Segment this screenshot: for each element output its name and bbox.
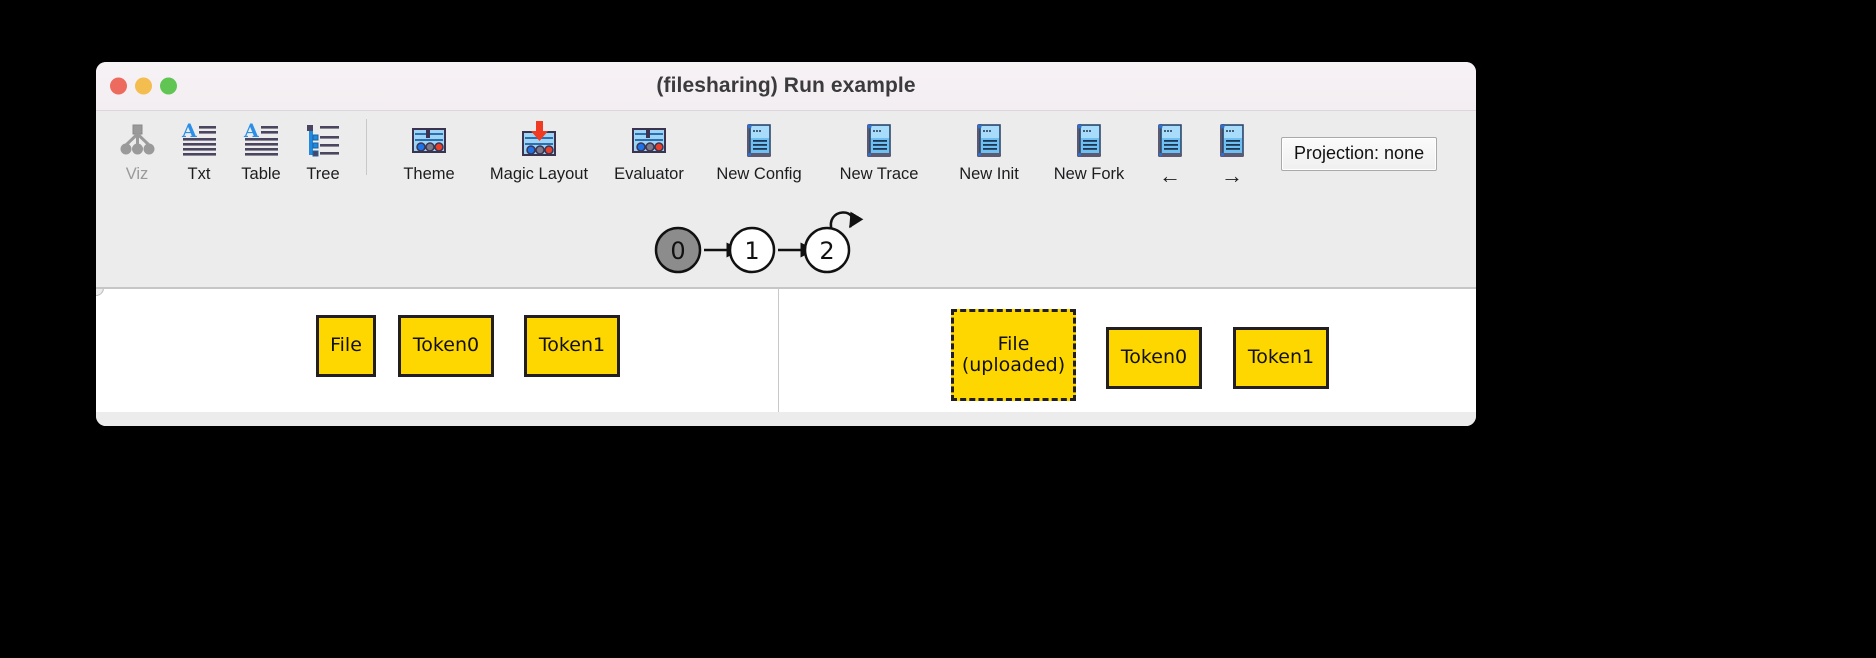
toolbar-button-magic-layout[interactable]: Magic Layout <box>479 117 599 184</box>
tree-outline-icon <box>300 117 346 163</box>
toolbar-separator <box>366 119 367 175</box>
text-document-icon: A <box>176 117 222 163</box>
atom-box[interactable]: Token0 <box>1106 327 1202 389</box>
application-window: (filesharing) Run example Viz A Txt A Ta… <box>96 62 1476 426</box>
toolbar-button-next[interactable]: → <box>1201 117 1263 187</box>
toolbar-label-new-config: New Config <box>716 165 802 183</box>
state-node-2[interactable]: 2 <box>803 226 851 274</box>
atom-box-dashed[interactable]: File (uploaded) <box>951 309 1076 401</box>
svg-text:2: 2 <box>819 237 834 265</box>
instance-panels: File Token0 Token1 File (uploaded) Token… <box>96 288 1476 412</box>
toolbar-button-new-init[interactable]: New Init <box>939 117 1039 184</box>
atom-box[interactable]: Token1 <box>1233 327 1329 389</box>
toolbar-label-viz: Viz <box>125 165 149 183</box>
toolbar-label-new-init: New Init <box>959 165 1019 183</box>
toolbar-button-new-fork[interactable]: New Fork <box>1039 117 1139 184</box>
toolbar-label-magic-layout: Magic Layout <box>489 165 589 183</box>
toolbar-button-viz[interactable]: Viz <box>106 117 168 184</box>
toolbar-label-tree: Tree <box>306 165 340 183</box>
table-document-icon: A <box>238 117 284 163</box>
toolbar-button-theme[interactable]: Theme <box>379 117 479 184</box>
state-node-1[interactable]: 1 <box>728 226 776 274</box>
atom-box[interactable]: File <box>316 315 376 377</box>
window-title: (filesharing) Run example <box>656 74 916 97</box>
toolbar-button-new-config[interactable]: New Config <box>699 117 819 184</box>
right-instance-panel[interactable]: File (uploaded) Token0 Token1 <box>779 289 1476 412</box>
svg-text:0: 0 <box>670 237 685 265</box>
toolbar-label-table: Table <box>241 165 281 183</box>
arrow-right-icon: → <box>1221 163 1243 188</box>
left-instance-panel[interactable]: File Token0 Token1 <box>96 289 778 412</box>
toolbar-label-evaluator: Evaluator <box>614 165 684 183</box>
toolbar-label-new-trace: New Trace <box>839 165 919 183</box>
svg-text:1: 1 <box>744 237 759 265</box>
toolbar-label-theme: Theme <box>403 165 455 183</box>
atom-box[interactable]: Token1 <box>524 315 620 377</box>
screen: (filesharing) Run example Viz A Txt A Ta… <box>0 0 1876 658</box>
magic-layout-icon <box>516 117 562 163</box>
toolbar-button-previous[interactable]: ← <box>1139 117 1201 187</box>
toolbar-label-new-fork: New Fork <box>1053 165 1125 183</box>
minimize-button[interactable] <box>135 77 152 95</box>
close-button[interactable] <box>110 77 127 95</box>
toolbar-button-tree[interactable]: Tree <box>292 117 354 184</box>
splitter-handle[interactable] <box>96 289 104 296</box>
atom-box[interactable]: Token0 <box>398 315 494 377</box>
scroll-document-icon <box>1209 117 1255 163</box>
toolbar: Viz A Txt A Table Tree Theme Magic Layou… <box>96 111 1476 201</box>
scroll-document-icon <box>736 117 782 163</box>
theme-panel-icon <box>406 117 452 163</box>
scroll-document-icon <box>1066 117 1112 163</box>
scroll-document-icon <box>966 117 1012 163</box>
window-controls <box>110 77 177 95</box>
zoom-button[interactable] <box>160 77 177 95</box>
toolbar-button-new-trace[interactable]: New Trace <box>819 117 939 184</box>
window-footer <box>96 412 1476 426</box>
state-graph-strip: 0 1 2 <box>96 201 1476 288</box>
toolbar-button-table[interactable]: A Table <box>230 117 292 184</box>
state-graph[interactable]: 0 1 2 <box>96 201 1476 287</box>
toolbar-button-txt[interactable]: A Txt <box>168 117 230 184</box>
scroll-document-icon <box>1147 117 1193 163</box>
toolbar-button-evaluator[interactable]: Evaluator <box>599 117 699 184</box>
state-node-0[interactable]: 0 <box>654 226 702 274</box>
scroll-document-icon <box>856 117 902 163</box>
toolbar-label-txt: Txt <box>187 165 211 183</box>
projection-indicator[interactable]: Projection: none <box>1281 137 1438 171</box>
evaluator-panel-icon <box>626 117 672 163</box>
arrow-left-icon: ← <box>1159 163 1181 188</box>
title-bar: (filesharing) Run example <box>96 62 1476 111</box>
viz-tree-icon <box>114 117 160 163</box>
